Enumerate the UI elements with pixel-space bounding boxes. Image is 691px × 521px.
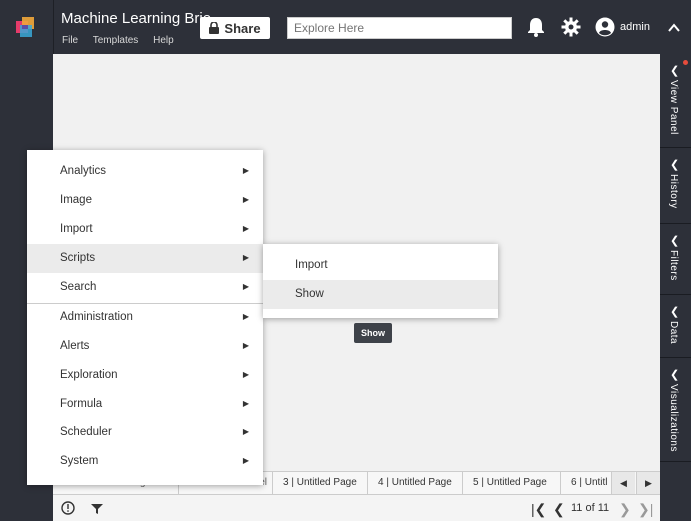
right-panel-bar: ❮ View Panel ❮ History ❮ Filters ❮ Data … <box>660 54 691 521</box>
prev-page-icon[interactable]: ❮ <box>553 501 565 518</box>
menu-item-label: Search <box>60 281 97 293</box>
page-tab-label: 3 | Untitled Page <box>283 477 357 488</box>
caret-right-icon: ▶ <box>242 312 249 321</box>
menu-templates[interactable]: Templates <box>93 35 139 46</box>
chevron-left-icon: ❮ <box>670 235 680 247</box>
tab-visualizations[interactable]: ❮ Visualizations <box>660 358 691 462</box>
menu-item-administration[interactable]: Administration ▶ <box>27 303 263 332</box>
user-name[interactable]: admin <box>620 21 650 33</box>
search-input[interactable] <box>294 21 505 35</box>
chevron-up-icon[interactable] <box>668 20 680 38</box>
filter-icon[interactable] <box>91 503 103 518</box>
submenu-item-label: Import <box>295 259 328 271</box>
context-menu: Analytics ▶ Image ▶ Import ▶ Scripts ▶ S… <box>27 150 263 485</box>
submenu-item-label: Show <box>295 288 324 300</box>
menu-item-label: Image <box>60 194 92 206</box>
menu-item-label: Analytics <box>60 165 107 177</box>
tooltip: Show <box>354 323 392 343</box>
menu-item-label: Alerts <box>60 340 90 352</box>
app-logo[interactable] <box>0 0 54 54</box>
bell-icon[interactable] <box>527 17 545 42</box>
caret-right-icon: ▶ <box>242 399 249 408</box>
tabs-scroll-left-icon[interactable]: ◀ <box>611 472 635 495</box>
menu-item-analytics[interactable]: Analytics ▶ <box>27 157 263 186</box>
menu-item-label: Scheduler <box>60 426 112 438</box>
page-tab-label: 4 | Untitled Page <box>378 477 452 488</box>
menu-item-label: Exploration <box>60 369 118 381</box>
info-circle-icon[interactable] <box>61 501 75 518</box>
menu-help[interactable]: Help <box>153 35 174 46</box>
menu-item-image[interactable]: Image ▶ <box>27 186 263 215</box>
menu-file[interactable]: File <box>62 35 78 46</box>
caret-right-icon: ▶ <box>242 253 249 262</box>
page-tab-label: 5 | Untitled Page <box>473 477 547 488</box>
menu-item-exploration[interactable]: Exploration ▶ <box>27 361 263 390</box>
tab-label: Visualizations <box>668 384 679 452</box>
share-button[interactable]: Share <box>200 17 270 39</box>
menu-item-search[interactable]: Search ▶ <box>27 273 263 302</box>
tabs-scroll-right-icon[interactable]: ▶ <box>636 472 660 495</box>
menu-bar: File Templates Help <box>62 35 186 46</box>
menu-item-label: Import <box>60 223 93 235</box>
chevron-left-icon: ❮ <box>670 306 680 318</box>
menu-item-label: Formula <box>60 398 103 410</box>
share-label: Share <box>224 20 261 36</box>
caret-right-icon: ▶ <box>242 195 249 204</box>
search-box[interactable] <box>287 17 512 39</box>
menu-item-label: System <box>60 455 99 467</box>
first-page-icon[interactable]: |❮ <box>531 501 546 518</box>
tab-label: History <box>668 174 679 209</box>
tab-label: View Panel <box>668 80 679 135</box>
tab-filters[interactable]: ❮ Filters <box>660 224 691 295</box>
page-title: Machine Learning Brief <box>61 10 211 27</box>
page-tab-3[interactable]: 3 | Untitled Page <box>273 472 368 495</box>
menu-item-import[interactable]: Import ▶ <box>27 215 263 244</box>
avatar-icon[interactable] <box>595 17 615 42</box>
tab-label: Data <box>668 321 679 345</box>
menu-item-scheduler[interactable]: Scheduler ▶ <box>27 418 263 447</box>
caret-right-icon: ▶ <box>242 456 249 465</box>
chevron-left-icon: ❮ <box>670 65 680 77</box>
menu-item-label: Scripts <box>60 252 96 264</box>
menu-item-formula[interactable]: Formula ▶ <box>27 390 263 419</box>
menu-item-alerts[interactable]: Alerts ▶ <box>27 332 263 361</box>
caret-right-icon: ▶ <box>242 427 249 436</box>
last-page-icon[interactable]: ❯| <box>638 501 653 518</box>
next-page-icon[interactable]: ❯ <box>619 501 631 518</box>
lock-icon <box>209 22 220 34</box>
tab-history[interactable]: ❮ History <box>660 148 691 224</box>
tab-view-panel[interactable]: ❮ View Panel <box>660 54 691 148</box>
menu-item-label: Administration <box>60 311 133 323</box>
caret-right-icon: ▶ <box>242 166 249 175</box>
top-bar: Machine Learning Brief File Templates He… <box>0 0 691 54</box>
page-counter: 11 of 11 <box>571 502 610 514</box>
menu-item-system[interactable]: System ▶ <box>27 447 263 476</box>
page-tab-label: 6 | Untitl <box>571 477 608 488</box>
caret-right-icon: ▶ <box>242 370 249 379</box>
menu-item-scripts[interactable]: Scripts ▶ <box>27 244 263 273</box>
caret-right-icon: ▶ <box>242 282 249 291</box>
caret-right-icon: ▶ <box>242 224 249 233</box>
logo-icon <box>16 17 34 37</box>
caret-right-icon: ▶ <box>242 341 249 350</box>
gear-icon[interactable] <box>561 17 581 42</box>
page-tab-6[interactable]: 6 | Untitl <box>561 472 611 495</box>
chevron-left-icon: ❮ <box>670 159 680 171</box>
scripts-submenu: Import Show <box>263 244 498 318</box>
notification-dot <box>683 60 688 65</box>
submenu-item-import[interactable]: Import <box>263 251 498 280</box>
tab-data[interactable]: ❮ Data <box>660 295 691 358</box>
tab-label: Filters <box>668 250 679 281</box>
submenu-item-show[interactable]: Show <box>263 280 498 309</box>
status-bar: |❮ ❮ 11 of 11 ❯ ❯| <box>53 494 660 521</box>
chevron-left-icon: ❮ <box>670 369 680 381</box>
page-tab-4[interactable]: 4 | Untitled Page <box>368 472 463 495</box>
page-tab-5[interactable]: 5 | Untitled Page <box>463 472 561 495</box>
